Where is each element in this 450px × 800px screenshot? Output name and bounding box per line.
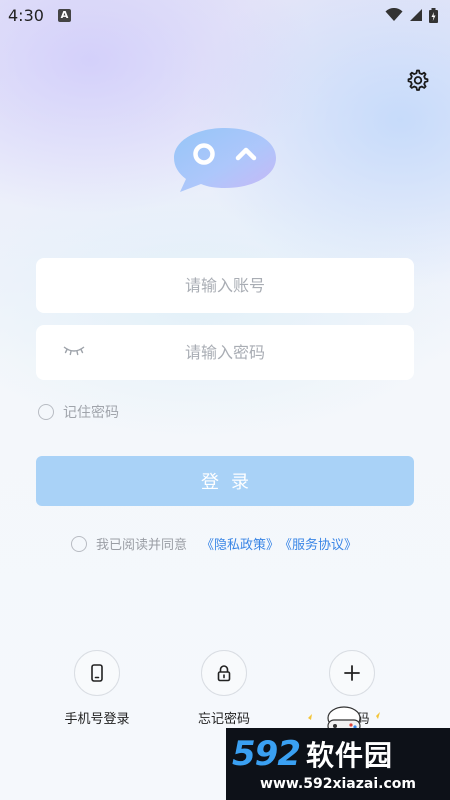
remember-password-option[interactable]: 记住密码 <box>38 402 119 422</box>
remember-label: 记住密码 <box>63 405 119 421</box>
settings-button[interactable] <box>404 66 432 94</box>
agreement-radio[interactable] <box>71 535 87 552</box>
phone-icon <box>91 664 103 682</box>
password-field[interactable] <box>36 325 414 380</box>
phone-login-item[interactable]: 手机号登录 <box>52 650 142 727</box>
status-time: 4:30 <box>8 5 44 25</box>
status-icons <box>385 7 438 23</box>
account-input[interactable] <box>36 258 414 313</box>
login-button[interactable]: 登录 <box>36 456 414 506</box>
gear-icon <box>407 69 429 91</box>
chat-bubble-face-icon <box>174 128 276 192</box>
agreement-row: 我已阅读并同意 《隐私政策》 《服务协议》 <box>71 534 357 553</box>
phone-login-label: 手机号登录 <box>64 712 130 727</box>
service-agreement-link[interactable]: 《服务协议》 <box>279 534 357 553</box>
lock-icon <box>217 665 231 682</box>
forgot-password-label: 忘记密码 <box>197 712 250 727</box>
forgot-password-button[interactable] <box>201 650 247 696</box>
register-button[interactable] <box>329 650 375 696</box>
forgot-password-item[interactable]: 忘记密码 <box>179 650 269 727</box>
watermark: 592 软件园 www.592xiazai.com <box>226 728 450 800</box>
battery-icon <box>429 7 438 23</box>
status-bar: 4:30 A <box>0 0 450 30</box>
wifi-icon <box>385 8 403 21</box>
app-logo <box>170 126 280 196</box>
remember-radio[interactable] <box>38 404 54 420</box>
watermark-number: 592 <box>232 734 301 774</box>
phone-login-button[interactable] <box>74 650 120 696</box>
password-input[interactable] <box>36 325 414 380</box>
privacy-policy-link[interactable]: 《隐私政策》 <box>201 534 279 553</box>
agreement-text: 我已阅读并同意 <box>96 538 188 553</box>
closed-eye-icon[interactable] <box>62 344 86 358</box>
signal-icon <box>410 9 422 21</box>
a-letter-icon: A <box>57 8 71 22</box>
watermark-name: 软件园 <box>305 739 393 772</box>
account-field[interactable] <box>36 258 414 313</box>
watermark-url: www.592xiazai.com <box>260 776 416 792</box>
plus-icon <box>344 665 360 681</box>
